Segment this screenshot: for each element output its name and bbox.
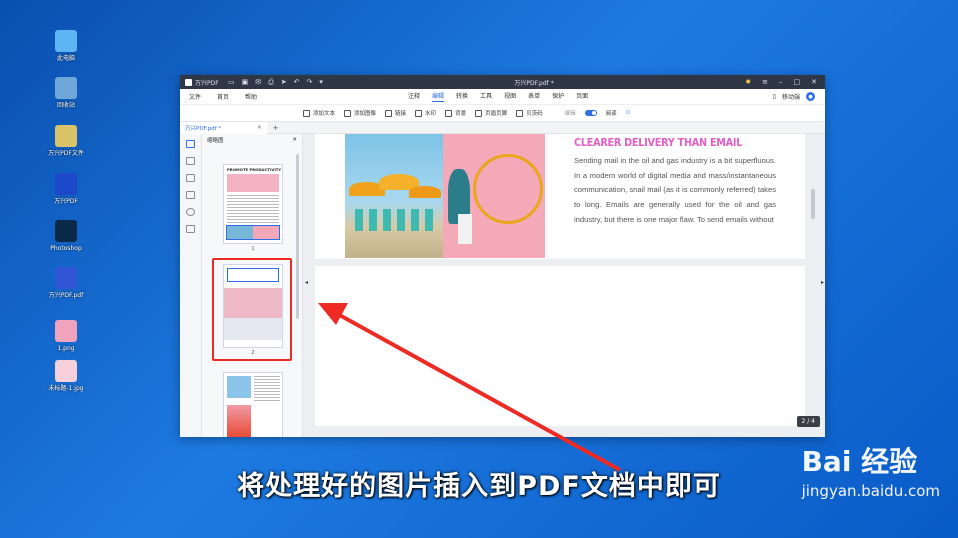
watermark-main: Bai 经验 <box>801 445 918 478</box>
baidu-watermark: Bai 经验 jingyan.baidu.com <box>802 440 940 500</box>
watermark-url: jingyan.baidu.com <box>801 482 940 500</box>
